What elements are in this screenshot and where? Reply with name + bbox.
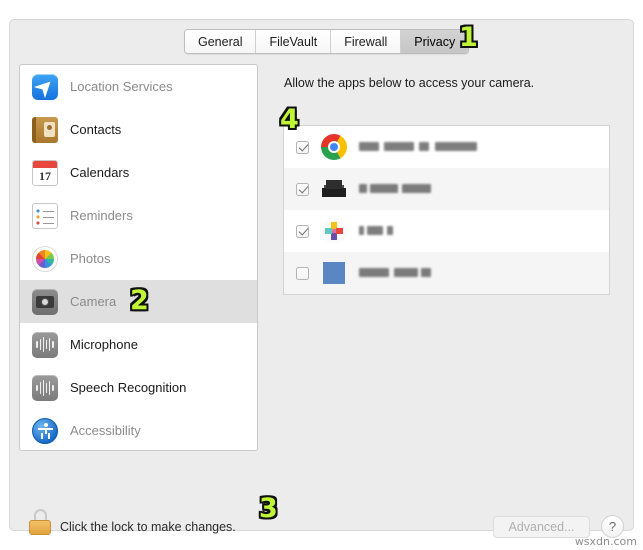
app-name-redacted: [359, 268, 431, 278]
sidebar-item-photos[interactable]: Photos: [20, 237, 257, 280]
sidebar-item-label: Calendars: [70, 165, 130, 180]
app-name-redacted: [359, 142, 477, 152]
security-privacy-window: General FileVault Firewall Privacy Locat…: [9, 19, 634, 538]
sidebar-item-accessibility[interactable]: Accessibility: [20, 409, 257, 450]
sidebar-item-camera[interactable]: Camera: [20, 280, 257, 323]
camera-permissions-pane: Allow the apps below to access your came…: [268, 64, 625, 451]
watermark: wsxdn.com: [574, 535, 637, 548]
table-row[interactable]: [284, 294, 609, 295]
sidebar-item-label: Accessibility: [70, 423, 141, 438]
tab-firewall[interactable]: Firewall: [331, 30, 402, 53]
sidebar-item-calendars[interactable]: Calendars: [20, 151, 257, 194]
sidebar-item-label: Contacts: [70, 122, 122, 137]
chrome-icon: [321, 134, 347, 160]
app-permission-list[interactable]: [283, 125, 610, 295]
app-name-redacted: [359, 226, 393, 236]
sidebar-item-contacts[interactable]: Contacts: [20, 108, 257, 151]
privacy-category-sidebar[interactable]: Location Services Contacts Calendars Rem…: [19, 64, 258, 451]
sidebar-item-speech-recognition[interactable]: Speech Recognition: [20, 366, 257, 409]
table-row[interactable]: [284, 252, 609, 294]
tab-privacy[interactable]: Privacy: [401, 30, 469, 53]
lock-hint-text: Click the lock to make changes.: [60, 520, 236, 534]
reminders-icon: [32, 202, 58, 229]
contacts-icon: [32, 116, 58, 143]
app-permission-checkbox[interactable]: [296, 182, 309, 196]
table-row[interactable]: [284, 126, 609, 168]
sidebar-item-label: Reminders: [70, 208, 133, 223]
closed-lock-icon[interactable]: [29, 509, 51, 535]
sidebar-item-label: Camera: [70, 294, 117, 309]
sidebar-item-label: Microphone: [70, 337, 138, 352]
location-services-icon: [32, 73, 58, 100]
table-row[interactable]: [284, 210, 609, 252]
person-app-icon: [321, 260, 347, 286]
app-permission-checkbox[interactable]: [296, 140, 309, 154]
slack-pinwheel-icon: [321, 218, 347, 244]
sidebar-item-microphone[interactable]: Microphone: [20, 323, 257, 366]
camera-icon: [32, 288, 58, 315]
speech-recognition-icon: [32, 374, 58, 401]
accessibility-icon: [32, 417, 58, 444]
preferences-tabbar: General FileVault Firewall Privacy: [184, 29, 470, 54]
app-permission-checkbox[interactable]: [296, 224, 309, 238]
table-row[interactable]: [284, 168, 609, 210]
lock-body: [29, 520, 51, 535]
microphone-icon: [32, 331, 58, 358]
sidebar-item-label: Speech Recognition: [70, 380, 187, 395]
app-permission-checkbox[interactable]: [296, 266, 309, 280]
sidebar-item-location-services[interactable]: Location Services: [20, 65, 257, 108]
tab-filevault[interactable]: FileVault: [256, 30, 332, 53]
photos-icon: [32, 245, 58, 272]
tab-general[interactable]: General: [185, 30, 257, 53]
app-name-redacted: [359, 184, 431, 194]
sidebar-item-label: Photos: [70, 251, 111, 266]
pane-title: Allow the apps below to access your came…: [284, 76, 535, 90]
sidebar-item-reminders[interactable]: Reminders: [20, 194, 257, 237]
sidebar-item-label: Location Services: [70, 79, 173, 94]
calendars-icon: [32, 159, 58, 186]
dark-app-icon: [321, 176, 347, 202]
